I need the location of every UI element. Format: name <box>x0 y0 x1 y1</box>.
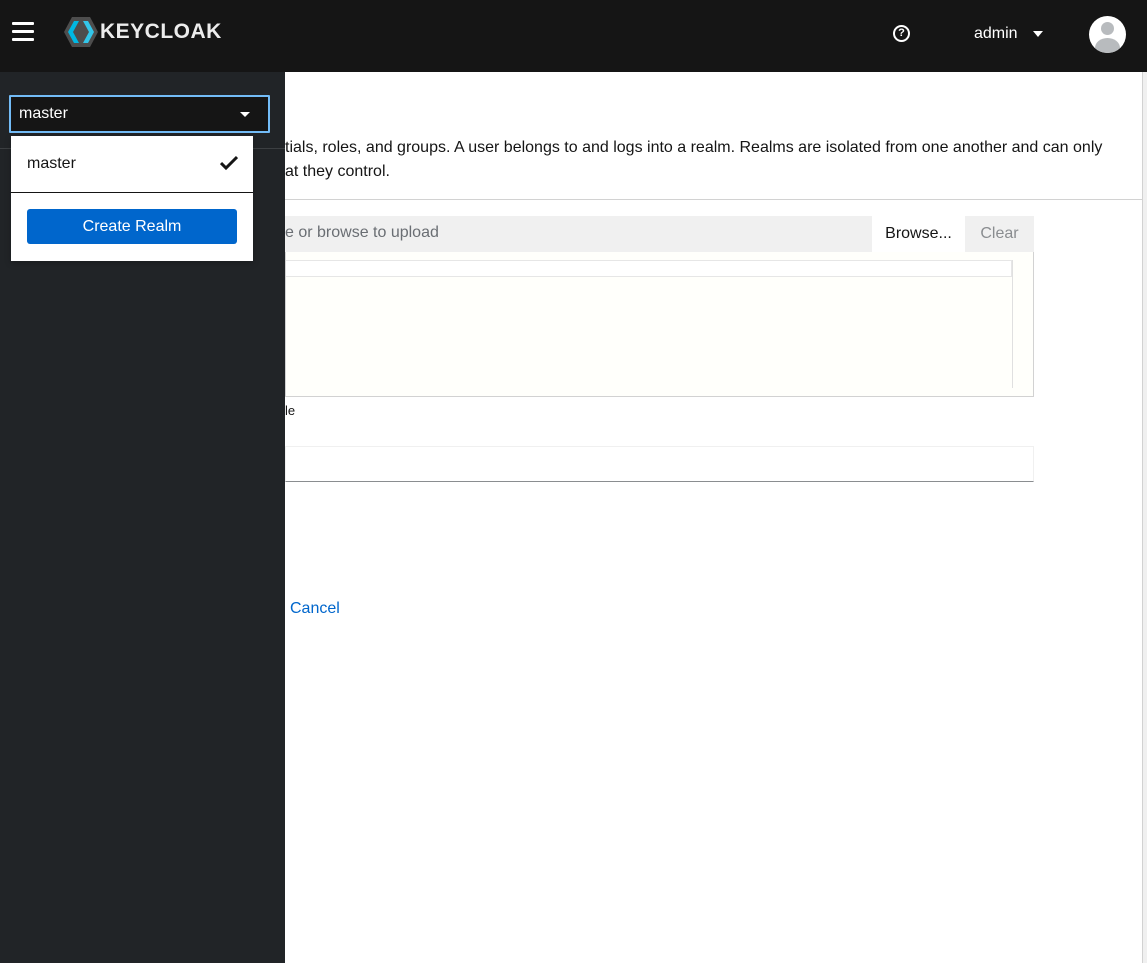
avatar[interactable] <box>1089 16 1126 53</box>
masthead: KEYCLOAK ? admin <box>0 0 1147 72</box>
page-description-continued: at they control. <box>285 163 390 180</box>
caret-down-icon <box>240 112 250 117</box>
main-content: tials, roles, and groups. A user belongs… <box>285 72 1142 963</box>
menu-divider <box>11 192 253 193</box>
clear-button[interactable]: Clear <box>965 216 1034 252</box>
section-divider <box>285 199 1142 200</box>
hamburger-menu-icon[interactable] <box>12 22 34 44</box>
upload-helper-text: le <box>285 403 296 418</box>
realm-menu-item-master[interactable]: master <box>11 136 253 192</box>
editor-scrollbar[interactable] <box>1012 260 1013 388</box>
realm-menu-item-label: master <box>27 155 76 172</box>
realm-selector[interactable]: master <box>9 95 270 133</box>
page-description: tials, roles, and groups. A user belongs… <box>285 139 1103 156</box>
caret-down-icon <box>1032 31 1043 37</box>
logo-text: KEYCLOAK <box>100 20 222 43</box>
keycloak-logo[interactable]: KEYCLOAK <box>64 16 222 48</box>
cancel-button[interactable]: Cancel <box>290 600 340 618</box>
realm-name-input[interactable] <box>285 446 1034 482</box>
user-name: admin <box>974 25 1018 42</box>
upload-placeholder[interactable]: e or browse to upload <box>285 224 439 242</box>
page-scrollbar[interactable] <box>1142 72 1147 963</box>
help-icon[interactable]: ? <box>893 25 910 42</box>
browse-button[interactable]: Browse... <box>872 216 965 252</box>
file-upload: e or browse to upload Browse... Clear <box>285 216 1034 252</box>
create-realm-button[interactable]: Create Realm <box>27 209 237 244</box>
user-menu-toggle[interactable]: admin <box>974 22 1043 46</box>
editor-line <box>286 260 1012 277</box>
resource-file-editor[interactable] <box>285 252 1034 397</box>
check-icon <box>220 155 238 171</box>
realm-selector-value: master <box>19 105 68 122</box>
keycloak-logo-icon <box>64 17 98 47</box>
realm-dropdown-menu: master Create Realm <box>11 136 253 261</box>
